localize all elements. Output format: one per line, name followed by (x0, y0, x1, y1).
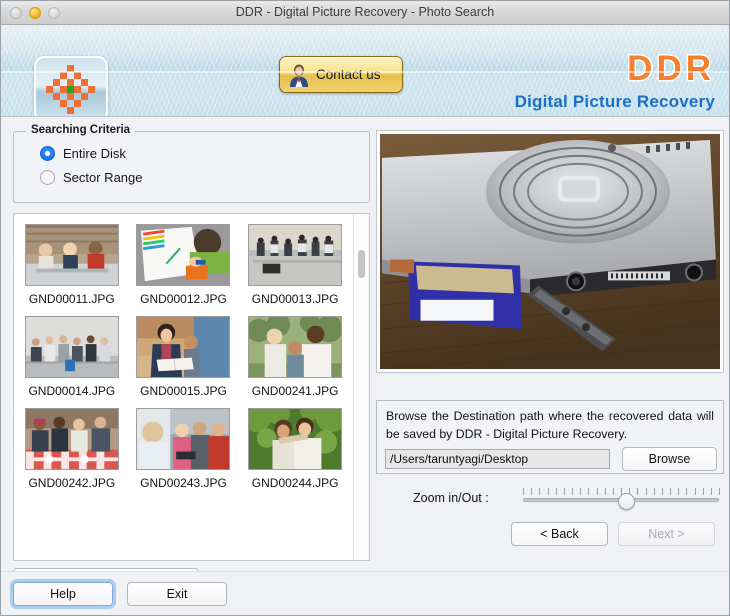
slider-tick (580, 488, 582, 495)
thumbnail-image[interactable] (24, 408, 119, 470)
thumbnail-list-panel: GND00011.JPG GND00012.JPG GND00013.JPG GND0… (13, 213, 370, 561)
thumbnail-filename: GND00243.JPG (140, 476, 227, 490)
slider-tick (523, 488, 524, 495)
brand-block: DDR Digital Picture Recovery (515, 51, 715, 112)
slider-tick (539, 488, 541, 495)
thumbnail-filename: GND00011.JPG (28, 292, 115, 306)
app-logo-box (34, 56, 108, 116)
thumbnail-image[interactable] (248, 224, 343, 286)
slider-tick (596, 488, 598, 495)
slider-tick (719, 488, 720, 495)
slider-tick (702, 488, 704, 495)
left-panel: Searching Criteria Entire Disk Sector Ra… (1, 117, 371, 615)
thumbnail-item[interactable]: GND00012.JPG (128, 220, 240, 312)
thumbnail-filename: GND00013.JPG (251, 292, 339, 306)
main-content: Searching Criteria Entire Disk Sector Ra… (1, 117, 729, 615)
thumbnail-image[interactable] (248, 408, 343, 470)
thumbnail-filename: GND00244.JPG (251, 476, 339, 490)
thumbnail-image[interactable] (136, 224, 231, 286)
brand-title: DDR (627, 49, 715, 88)
zoom-slider[interactable] (523, 487, 720, 511)
brand-subtitle: Digital Picture Recovery (514, 92, 715, 111)
thumbnail-scroll-area: GND00011.JPG GND00012.JPG GND00013.JPG GND0… (14, 214, 353, 560)
slider-tick (653, 488, 655, 495)
slider-tick (563, 488, 565, 495)
preview-panel (376, 130, 724, 373)
thumbnail-image[interactable] (24, 316, 119, 378)
destination-description: Browse the Destination path where the re… (386, 409, 714, 441)
zoom-slider-thumb[interactable] (617, 493, 635, 510)
back-button[interactable]: < Back (511, 522, 608, 546)
zoom-label: Zoom in/Out : (413, 491, 489, 505)
scrollbar-thumb[interactable] (358, 250, 365, 278)
slider-tick (531, 488, 533, 495)
thumbnail-vertical-scrollbar[interactable] (353, 214, 369, 560)
thumbnail-item[interactable]: GND00241.JPG (239, 312, 351, 404)
window-title: DDR - Digital Picture Recovery - Photo S… (235, 5, 495, 19)
slider-tick (686, 488, 688, 495)
slider-tick (612, 488, 614, 495)
thumbnail-item[interactable]: GND00013.JPG (239, 220, 351, 312)
radio-entire-disk-indicator[interactable] (40, 146, 55, 161)
slider-tick (710, 488, 712, 495)
slider-tick (678, 488, 680, 495)
slider-tick (645, 488, 647, 495)
radio-entire-disk[interactable]: Entire Disk (40, 146, 126, 161)
thumbnail-filename: GND00014.JPG (28, 384, 116, 398)
camera-photo-illustration (380, 134, 720, 369)
thumbnail-filename: GND00241.JPG (251, 384, 339, 398)
slider-tick (661, 488, 663, 495)
radio-sector-range[interactable]: Sector Range (40, 170, 143, 185)
checkerboard-flower-logo-icon (46, 65, 95, 114)
thumbnail-item[interactable]: GND00011.JPG (16, 220, 128, 312)
person-support-icon (290, 64, 308, 87)
slider-tick (604, 488, 606, 495)
footer-bar: Help Exit (1, 571, 729, 615)
slider-tick (637, 488, 639, 495)
slider-tick (555, 488, 557, 495)
thumbnail-item[interactable]: GND00242.JPG (16, 404, 128, 496)
right-panel: Browse the Destination path where the re… (371, 117, 729, 615)
thumbnail-filename: GND00242.JPG (28, 476, 116, 490)
help-button[interactable]: Help (10, 579, 116, 609)
destination-box: Browse the Destination path where the re… (376, 400, 724, 474)
thumbnail-filename: GND00015.JPG (140, 384, 227, 398)
contact-us-button[interactable]: Contact us (279, 56, 403, 93)
thumbnail-image[interactable] (248, 316, 343, 378)
slider-tick (572, 488, 573, 495)
thumbnail-image[interactable] (136, 408, 231, 470)
application-window: DDR - Digital Picture Recovery - Photo S… (0, 0, 730, 616)
thumbnail-item[interactable]: GND00243.JPG (128, 404, 240, 496)
slider-tick (670, 488, 671, 495)
thumbnail-item[interactable]: GND00015.JPG (128, 312, 240, 404)
slider-tick (694, 488, 696, 495)
thumbnail-image[interactable] (136, 316, 231, 378)
browse-button[interactable]: Browse (622, 447, 717, 471)
searching-criteria-group: Searching Criteria Entire Disk Sector Ra… (13, 124, 370, 203)
slider-tick (588, 488, 590, 495)
zoom-control-row: Zoom in/Out : (371, 487, 729, 513)
contact-us-label: Contact us (316, 67, 381, 82)
preview-image (380, 134, 720, 369)
thumbnail-item[interactable]: GND00014.JPG (16, 312, 128, 404)
app-banner: Contact us DDR Digital Picture Recovery (1, 25, 729, 117)
thumbnail-grid: GND00011.JPG GND00012.JPG GND00013.JPG GND0… (14, 214, 353, 496)
thumbnail-item[interactable]: GND00244.JPG (239, 404, 351, 496)
searching-criteria-title: Searching Criteria (26, 124, 136, 136)
title-bar: DDR - Digital Picture Recovery - Photo S… (1, 1, 729, 25)
thumbnail-filename: GND00012.JPG (140, 292, 227, 306)
radio-entire-disk-label: Entire Disk (63, 146, 126, 161)
thumbnail-image[interactable] (24, 224, 119, 286)
radio-sector-range-indicator[interactable] (40, 170, 55, 185)
slider-tick (547, 488, 549, 495)
radio-sector-range-label: Sector Range (63, 170, 143, 185)
exit-button[interactable]: Exit (127, 582, 227, 606)
next-button: Next > (618, 522, 715, 546)
destination-path-input[interactable] (385, 449, 610, 469)
